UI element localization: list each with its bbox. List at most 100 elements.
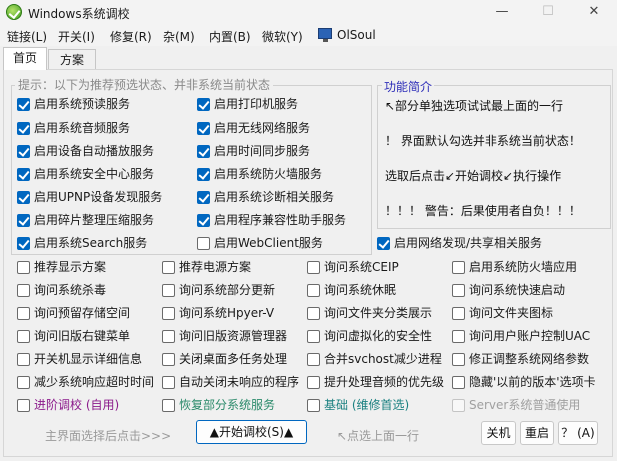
checkbox-label: 询问系统Hpyer-V (179, 306, 275, 320)
checkbox-box (197, 168, 210, 181)
checkbox-label: 启用系统防火墙服务 (214, 167, 323, 181)
checkbox-box (17, 122, 30, 135)
menu-builtin[interactable]: 内置(B) (209, 28, 251, 45)
checkbox-box (162, 399, 175, 412)
close-button[interactable]: ✕ (571, 0, 617, 24)
restart-button[interactable]: 重启 (520, 421, 554, 445)
help-button[interactable]: ？ (A) (558, 421, 598, 445)
checkbox-box (307, 284, 320, 297)
checkbox-label: 询问系统部分更新 (179, 283, 276, 297)
checkbox-label: 开关机显示详细信息 (34, 352, 143, 366)
checkbox-label: 启用设备自动播放服务 (34, 144, 155, 158)
checkbox-box (17, 145, 30, 158)
checkbox-box (197, 98, 210, 111)
checkbox-box (17, 98, 30, 111)
checkbox-box (17, 214, 30, 227)
app-icon (6, 4, 22, 20)
info-line: ！ 界面默认勾选并非系统当前状态！ (385, 134, 581, 148)
checkbox-box (17, 376, 30, 389)
checkbox-label: 启用UPNP设备发现服务 (34, 190, 163, 204)
checkbox-label: 询问旧版右键菜单 (34, 329, 131, 343)
checkbox-box (17, 237, 30, 250)
shutdown-button[interactable]: 关机 (481, 421, 516, 445)
menu-switches[interactable]: 开关(I) (58, 28, 95, 45)
checkbox-label: 启用系统Search服务 (34, 236, 148, 250)
checkbox-label: 询问用户账户控制UAC (469, 329, 591, 343)
hint-left: 主界面选择后点击>>> (45, 429, 172, 443)
checkbox-label: 启用打印机服务 (214, 97, 299, 111)
checkbox-label: 启用程序兼容性助手服务 (214, 213, 347, 227)
checkbox-label: 合并svchost减少进程 (324, 352, 442, 366)
checkbox-box (307, 261, 320, 274)
checkbox-box (452, 307, 465, 320)
maximize-button[interactable]: ☐ (525, 0, 571, 24)
tab-home[interactable]: 首页 (3, 47, 47, 70)
checkbox-box (452, 399, 465, 412)
hint-right: ↖点选上面一行 (337, 429, 420, 443)
checkbox-box (452, 330, 465, 343)
checkbox-box (307, 307, 320, 320)
checkbox-box (197, 214, 210, 227)
checkbox-label: Server系统普通使用 (469, 398, 581, 412)
checkbox-label: 启用无线网络服务 (214, 121, 311, 135)
checkbox-label: 询问预留存储空间 (34, 306, 131, 320)
window-title: Windows系统调校 (28, 7, 130, 21)
checkbox-label: 询问文件夹图标 (469, 306, 554, 320)
checkbox-label: 修正调整系统网络参数 (469, 352, 590, 366)
checkbox-box (162, 307, 175, 320)
checkbox-label: 启用系统预读服务 (34, 97, 131, 111)
checkbox-box (162, 284, 175, 297)
checkbox-label: 询问系统快速启动 (469, 283, 566, 297)
checkbox-label: 启用碎片整理压缩服务 (34, 213, 155, 227)
info-legend: 功能简介 (382, 78, 435, 95)
checkbox-box (307, 399, 320, 412)
checkbox-label: 询问系统休眠 (324, 283, 397, 297)
checkbox-box (162, 330, 175, 343)
checkbox-label: 提升处理音频的优先级 (324, 375, 445, 389)
checkbox-box (197, 191, 210, 204)
checkbox-box (17, 284, 30, 297)
checkbox-label: 推荐显示方案 (34, 260, 107, 274)
checkbox-label: 减少系统响应超时时间 (34, 375, 155, 389)
menu-microsoft[interactable]: 微软(Y) (262, 28, 303, 45)
checkbox-box (197, 237, 210, 250)
checkbox-box (17, 399, 30, 412)
start-tuning-button[interactable]: ▲开始调校(S)▲ (196, 420, 307, 444)
checkbox-label: 启用系统防火墙应用 (469, 260, 578, 274)
checkbox-label: 启用WebClient服务 (214, 236, 323, 250)
info-line: ！！！ 警告：后果使用者自负！！！ (385, 204, 581, 218)
checkbox-label: 询问文件夹分类展示 (324, 306, 433, 320)
checkbox-box (162, 376, 175, 389)
checkbox-box (17, 191, 30, 204)
checkbox-label: 关闭桌面多任务处理 (179, 352, 288, 366)
checkbox-label: 启用时间同步服务 (214, 144, 311, 158)
checkbox-box (452, 353, 465, 366)
checkbox-box (17, 330, 30, 343)
checkbox-box (17, 168, 30, 181)
checkbox-box (377, 237, 390, 250)
checkbox-label: 隐藏'以前的版本'选项卡 (469, 375, 596, 389)
checkbox-box (162, 353, 175, 366)
checkbox-box (162, 261, 175, 274)
checkbox-box (307, 330, 320, 343)
checkbox-box (17, 307, 30, 320)
checkbox-box (452, 376, 465, 389)
checkbox-box (197, 145, 210, 158)
checkbox-label: 基础 (维修首选) (324, 398, 410, 412)
tab-scheme[interactable]: 方案 (48, 49, 96, 69)
minimize-button[interactable]: — (479, 0, 525, 24)
menu-misc[interactable]: 杂(M) (163, 28, 195, 45)
checkbox-label: 启用网络发现/共享相关服务 (394, 236, 543, 250)
checkbox-label: 询问虚拟化的安全性 (324, 329, 433, 343)
menu-repair[interactable]: 修复(R) (110, 28, 152, 45)
menu-links[interactable]: 链接(L) (7, 28, 47, 45)
checkbox-label: 询问旧版资源管理器 (179, 329, 288, 343)
checkbox-box (307, 376, 320, 389)
checkbox-label: 启用系统安全中心服务 (34, 167, 155, 181)
checkbox-label: 启用系统音频服务 (34, 121, 131, 135)
monitor-icon (318, 28, 332, 42)
checkbox-label: 进阶调校 (自用) (34, 398, 120, 412)
checkbox-label: 启用系统诊断相关服务 (214, 190, 335, 204)
checkbox-label: 恢复部分系统服务 (179, 398, 276, 412)
menu-olsoul[interactable]: OlSoul (337, 28, 376, 42)
